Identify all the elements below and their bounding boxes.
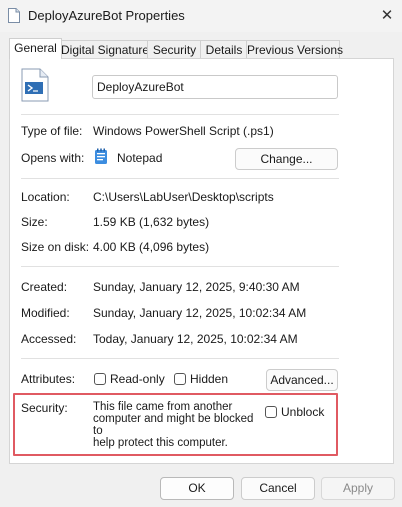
apply-button[interactable]: Apply: [321, 477, 395, 500]
separator: [21, 358, 339, 359]
tab-general[interactable]: General: [9, 38, 62, 59]
document-icon: [8, 8, 20, 23]
hidden-label: Hidden: [190, 372, 229, 386]
location-value: C:\Users\LabUser\Desktop\scripts: [93, 190, 274, 204]
security-label: Security:: [21, 401, 68, 415]
close-button[interactable]: ✕: [372, 2, 402, 30]
accessed-label: Accessed:: [21, 332, 77, 346]
change-button[interactable]: Change...: [235, 148, 338, 170]
opens-with-value: Notepad: [117, 151, 163, 165]
location-label: Location:: [21, 190, 70, 204]
size-value: 1.59 KB (1,632 bytes): [93, 215, 210, 229]
unblock-checkbox[interactable]: [265, 406, 277, 418]
read-only-label: Read-only: [110, 372, 165, 386]
separator: [21, 178, 339, 179]
security-message: This file came from another computer and…: [93, 401, 263, 449]
powershell-file-icon: [21, 68, 49, 102]
unblock-label: Unblock: [281, 405, 325, 419]
size-label: Size:: [21, 215, 48, 229]
security-message-line: help protect this computer.: [93, 437, 228, 449]
tab-previous-versions[interactable]: Previous Versions: [246, 40, 343, 59]
tab-details[interactable]: Details: [200, 40, 248, 59]
tab-security[interactable]: Security: [147, 40, 202, 59]
notepad-icon: [95, 148, 107, 164]
separator: [21, 114, 339, 115]
cancel-button[interactable]: Cancel: [241, 477, 315, 500]
modified-label: Modified:: [21, 306, 70, 320]
advanced-button[interactable]: Advanced...: [266, 369, 338, 391]
created-value: Sunday, January 12, 2025, 9:40:30 AM: [93, 280, 300, 294]
accessed-value: Today, January 12, 2025, 10:02:34 AM: [93, 332, 298, 346]
security-message-line: This file came from another: [93, 401, 233, 413]
window-title: DeployAzureBot Properties: [28, 8, 185, 23]
file-name-field[interactable]: DeployAzureBot: [92, 75, 338, 99]
modified-value: Sunday, January 12, 2025, 10:02:34 AM: [93, 306, 307, 320]
opens-with-label: Opens with:: [21, 151, 85, 165]
attributes-label: Attributes:: [21, 372, 76, 386]
separator: [21, 266, 339, 267]
security-message-line: computer and might be blocked to: [93, 413, 254, 437]
read-only-checkbox[interactable]: [94, 373, 106, 385]
ok-button[interactable]: OK: [160, 477, 234, 500]
type-value: Windows PowerShell Script (.ps1): [93, 124, 274, 138]
hidden-checkbox[interactable]: [174, 373, 186, 385]
size-on-disk-label: Size on disk:: [21, 240, 90, 254]
size-on-disk-value: 4.00 KB (4,096 bytes): [93, 240, 210, 254]
type-label: Type of file:: [21, 124, 83, 138]
tab-digital-signatures[interactable]: Digital Signatures: [60, 40, 155, 59]
created-label: Created:: [21, 280, 68, 294]
